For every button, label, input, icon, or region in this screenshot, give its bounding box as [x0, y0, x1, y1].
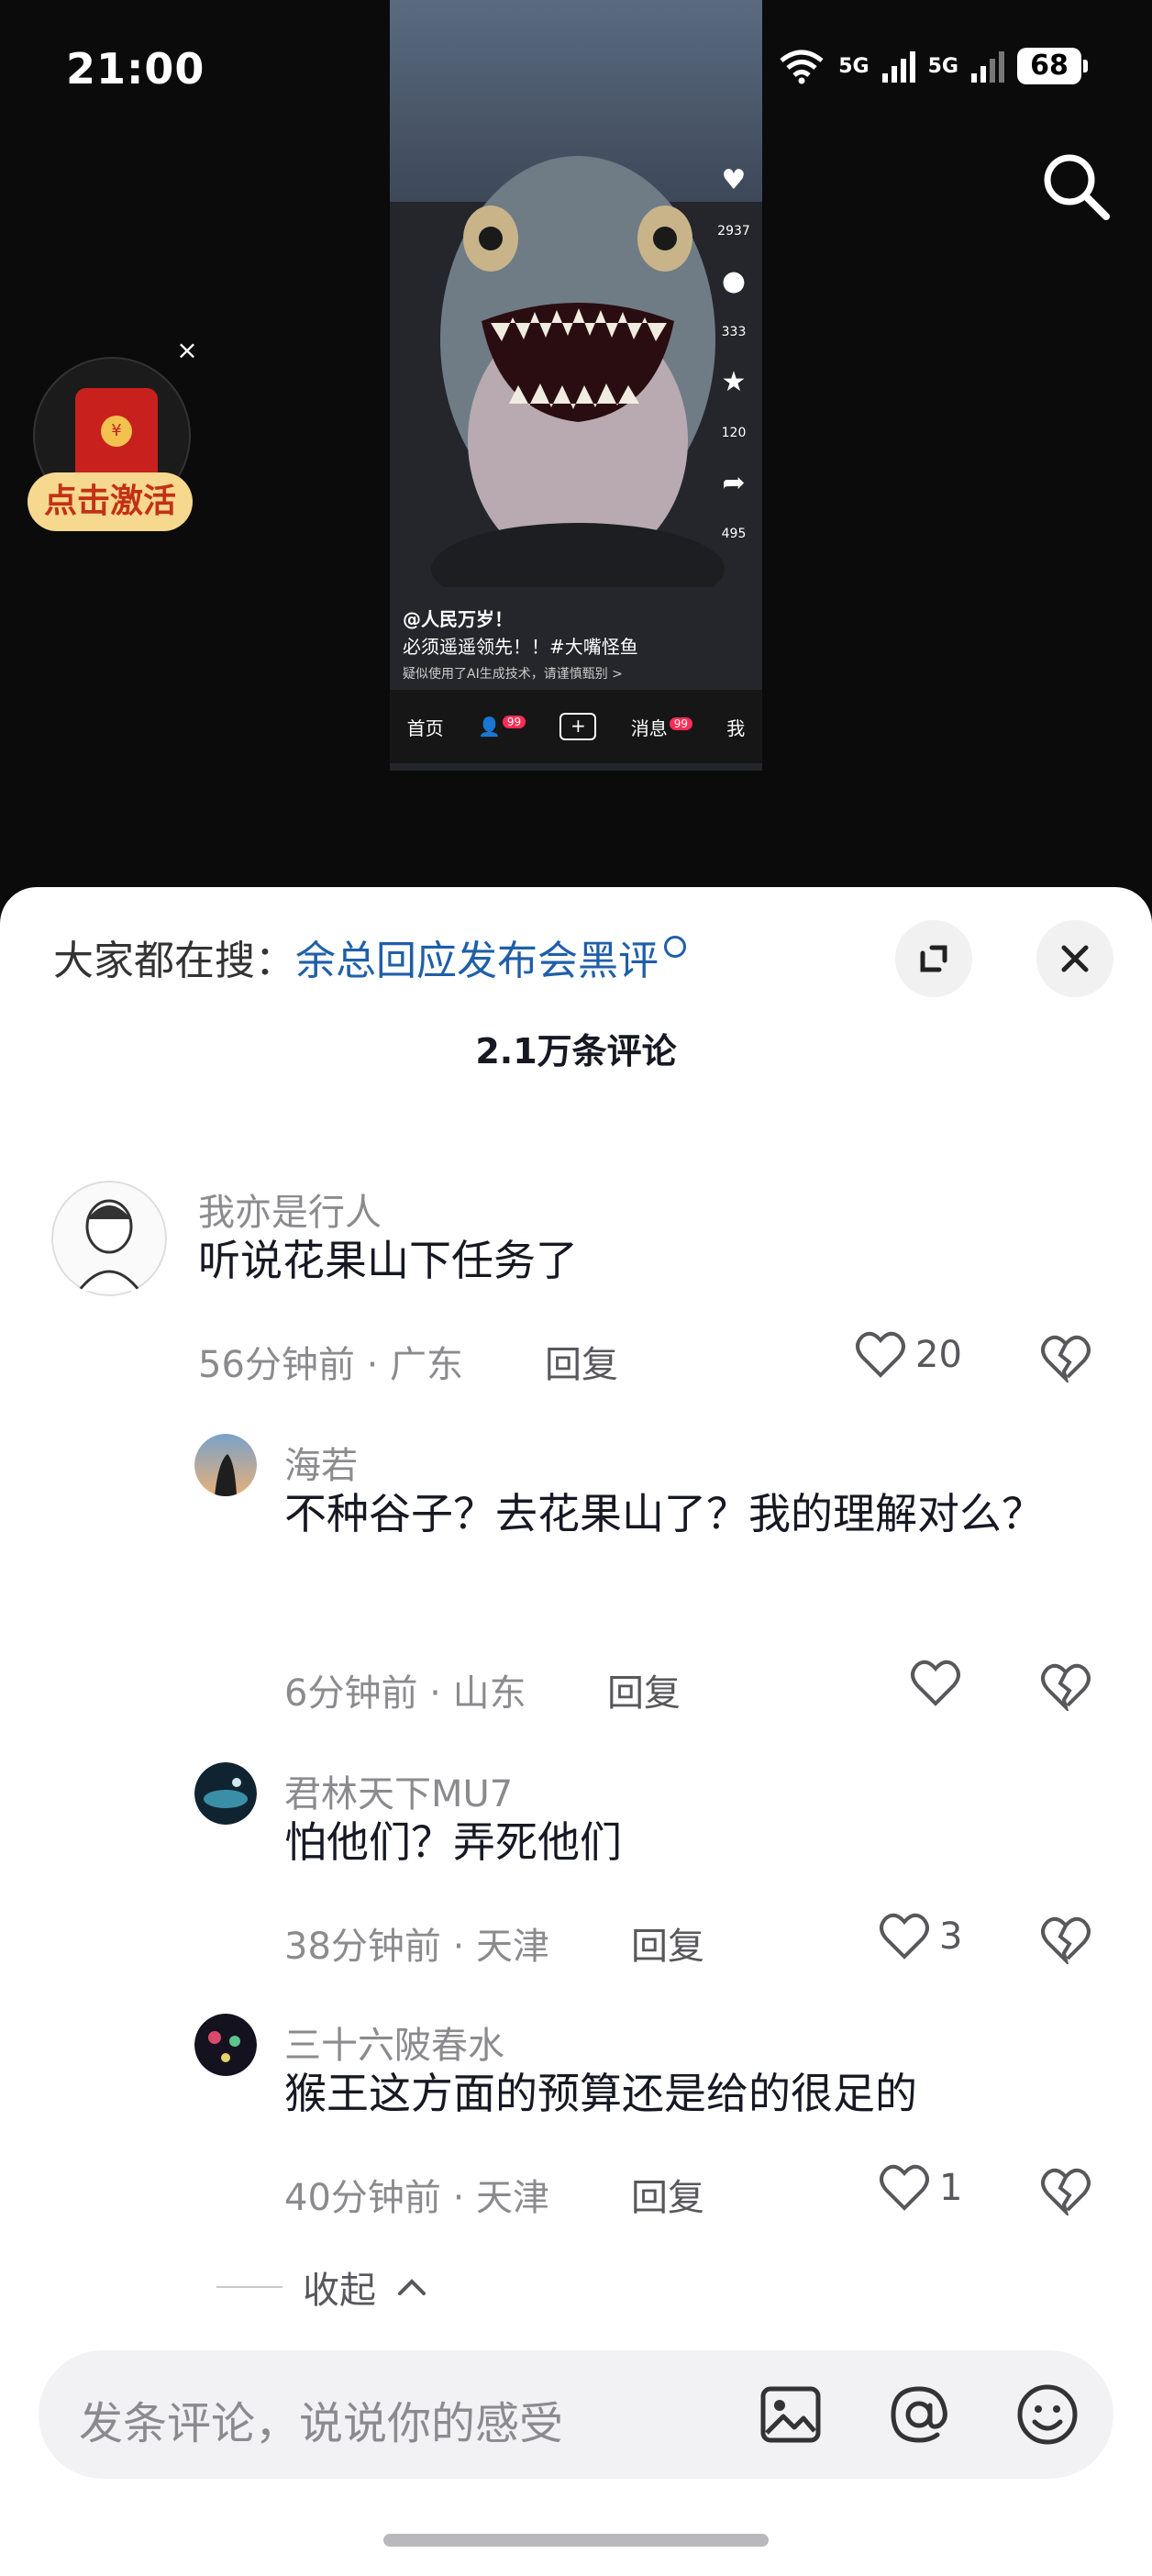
fish-monster-image [431, 156, 725, 587]
video-tab-messages[interactable]: 消息 99 [631, 714, 692, 740]
comment-text: 猴王这方面的预算还是给的很足的 [284, 2069, 917, 2118]
video-comment-icon[interactable]: ● [711, 266, 757, 297]
video-comment-count: 333 [721, 325, 747, 339]
red-packet-widget[interactable]: ¥ 点击激活 [28, 353, 198, 537]
comment-input-bar[interactable]: 发条评论，说说你的感受 [39, 2350, 1113, 2479]
home-indicator[interactable] [383, 2534, 769, 2547]
avatar[interactable] [194, 2014, 257, 2076]
red-envelope-seal: ¥ [101, 416, 132, 447]
video-tab-messages-label: 消息 [630, 716, 668, 739]
video-favorite-icon[interactable]: ★ [711, 367, 757, 398]
video-badge-2: 99 [669, 716, 692, 730]
chevron-up-icon [398, 2279, 426, 2295]
at-mention-icon[interactable] [886, 2382, 952, 2448]
video-author[interactable]: @人民万岁！ [403, 605, 696, 633]
video-caption-text: 必须遥遥领先！！#大嘴怪鱼 [403, 636, 638, 658]
video-share-count: 495 [721, 527, 747, 541]
status-icons: 5G 5G 68 [778, 48, 1088, 84]
dislike-broken-heart-icon[interactable] [1040, 2164, 1091, 2215]
video-tab-plus-icon[interactable]: + [559, 713, 597, 740]
comment-input[interactable]: 发条评论，说说你的感受 [79, 2387, 563, 2451]
red-packet-close-icon[interactable]: × [174, 338, 200, 363]
network-type-1: 5G [838, 54, 870, 78]
video-like-icon[interactable]: ♥ [711, 165, 757, 196]
video-badge-1: 99 [502, 716, 526, 729]
video-tab-friends[interactable]: 👤 99 [478, 716, 526, 738]
video-tab-me[interactable]: 我 [726, 714, 745, 740]
like-count: 1 [939, 2167, 963, 2209]
video-tab-home[interactable]: 首页 [407, 714, 444, 740]
video-side-actions: ♥ 2937 ● 333 ★ 120 ➦ 495 [711, 165, 757, 569]
battery-tip [1083, 60, 1088, 72]
video-tab-bar: 首页 👤 99 + 消息 99 我 [390, 690, 762, 763]
emoji-icon[interactable] [1014, 2382, 1080, 2448]
video-ai-notice: 疑似使用了AI生成技术，请谨慎甄别 > [403, 667, 623, 682]
wifi-icon [780, 50, 824, 84]
video-favorite-count: 120 [721, 426, 747, 440]
collapse-replies-button[interactable]: 收起 [216, 2260, 427, 2314]
search-icon[interactable] [1036, 147, 1113, 224]
like-button[interactable]: 1 [879, 2164, 962, 2212]
battery-icon: 68 [1017, 48, 1081, 84]
video-player[interactable]: ♥ 2937 ● 333 ★ 120 ➦ 495 @人民万岁！ 必须遥遥领先！！#大嘴怪… [390, 0, 762, 771]
heart-icon [880, 2164, 929, 2211]
network-type-2: 5G [927, 54, 958, 78]
collapse-divider [216, 2286, 282, 2288]
status-time: 21:00 [66, 44, 205, 94]
collapse-label: 收起 [303, 2270, 376, 2312]
signal-bars-1-icon [881, 50, 915, 83]
video-caption: @人民万岁！ 必须遥遥领先！！#大嘴怪鱼 疑似使用了AI生成技术，请谨慎甄别 > [403, 605, 696, 688]
image-icon[interactable] [758, 2382, 824, 2448]
comment-time-location: 40分钟前 · 天津 [284, 2177, 550, 2219]
comment-sheet: 大家都在搜：余总回应发布会黑评 2.1万条评论 我亦是行人 听说花果山下任务了 … [0, 887, 1152, 2576]
reply-item: 三十六陂春水 猴王这方面的预算还是给的很足的 40分钟前 · 天津 回复 1 [0, 887, 1152, 2219]
red-packet-activate-label[interactable]: 点击激活 [28, 472, 193, 531]
video-like-count: 2937 [717, 224, 750, 239]
video-share-icon[interactable]: ➦ [711, 468, 757, 499]
reply-button[interactable]: 回复 [631, 2168, 704, 2221]
signal-bars-2-icon [971, 50, 1004, 83]
